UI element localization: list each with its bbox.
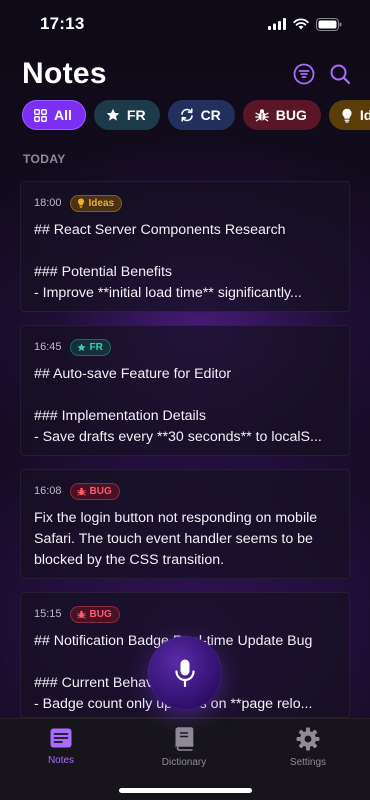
note-line: [34, 241, 337, 262]
section-header-today: TODAY: [23, 152, 66, 166]
status-time: 17:13: [40, 14, 85, 33]
gear-icon: [296, 727, 320, 751]
grid-icon: [34, 108, 47, 122]
header-actions: [292, 62, 352, 86]
star-icon: [106, 108, 120, 121]
header: Notes: [22, 54, 352, 94]
note-card[interactable]: 16:08 BUG Fix the login button not respo…: [20, 469, 350, 579]
wifi-icon: [293, 18, 309, 30]
note-time: 18:00: [34, 197, 62, 209]
note-line: ### Potential Benefits: [34, 264, 173, 280]
note-meta: 18:00 Ideas: [34, 194, 337, 212]
tab-label: Notes: [47, 755, 75, 766]
tab-label: Settings: [289, 757, 327, 768]
note-line: ## React Server Components Research: [34, 222, 286, 238]
note-time: 16:45: [34, 341, 62, 353]
filter-chip-label: Ideas: [359, 107, 370, 123]
filter-chip-bug[interactable]: BUG: [242, 100, 321, 130]
book-icon: [175, 727, 194, 751]
note-time: 15:15: [34, 608, 62, 620]
voice-record-button[interactable]: [148, 636, 222, 710]
note-tag-fr: FR: [69, 338, 111, 356]
note-meta: 16:45 FR: [34, 338, 337, 356]
lightbulb-icon: [342, 108, 352, 123]
note-line: - Improve **initial load time** signific…: [34, 285, 302, 301]
note-body: ## Auto-save Feature for Editor ### Impl…: [34, 364, 337, 448]
page-title: Notes: [22, 57, 107, 90]
status-icons: [268, 17, 342, 31]
filter-chip-label: BUG: [275, 107, 307, 123]
note-tag-bug: BUG: [69, 482, 120, 500]
lightbulb-icon: [77, 198, 84, 208]
search-button[interactable]: [328, 62, 352, 86]
note-tag-label: BUG: [89, 485, 112, 497]
filter-chip-cr[interactable]: CR: [167, 100, 235, 130]
filter-chip-label: CR: [200, 107, 221, 123]
note-tag-ideas: Ideas: [69, 194, 123, 212]
note-line: ## Auto-save Feature for Editor: [34, 366, 232, 382]
search-icon: [330, 64, 351, 85]
note-meta: 15:15 BUG: [34, 605, 337, 623]
filter-chip-ideas[interactable]: Ideas: [328, 100, 370, 130]
tab-bar: Notes Dictionary Settings: [0, 718, 370, 800]
note-line: - Save drafts every **30 seconds** to lo…: [34, 429, 322, 445]
tab-dictionary[interactable]: Dictionary: [139, 727, 229, 777]
microphone-icon: [175, 659, 195, 688]
filter-chip-label: FR: [126, 107, 146, 123]
refresh-icon: [180, 108, 193, 122]
filter-chip-all[interactable]: All: [22, 100, 86, 130]
filter-chip-fr[interactable]: FR: [93, 100, 160, 130]
note-card[interactable]: 16:45 FR ## Auto-save Feature for Editor…: [20, 325, 350, 456]
home-indicator: [119, 788, 252, 793]
note-tag-bug: BUG: [69, 605, 120, 623]
bug-icon: [76, 610, 86, 619]
filter-icon: [293, 63, 315, 85]
note-tag-label: BUG: [89, 608, 112, 620]
tab-label: Dictionary: [161, 757, 207, 768]
note-card[interactable]: 18:00 Ideas ## React Server Components R…: [20, 181, 350, 312]
tab-notes[interactable]: Notes: [16, 727, 106, 777]
note-time: 16:08: [34, 485, 62, 497]
note-body: ## React Server Components Research ### …: [34, 220, 337, 304]
notes-icon: [50, 728, 72, 748]
note-body: Fix the login button not responding on m…: [34, 510, 318, 568]
bug-icon: [76, 487, 86, 496]
tab-settings[interactable]: Settings: [263, 727, 353, 777]
filter-button[interactable]: [292, 62, 316, 86]
note-tag-label: Ideas: [88, 197, 115, 209]
star-icon: [76, 343, 86, 351]
battery-icon: [316, 17, 342, 31]
note-meta: 16:08 BUG: [34, 482, 337, 500]
note-line: [34, 385, 337, 406]
bug-icon: [254, 109, 269, 122]
note-tag-label: FR: [89, 341, 103, 353]
note-line: ### Implementation Details: [34, 408, 206, 424]
signal-icon: [268, 18, 286, 30]
status-bar: 17:13: [0, 0, 370, 48]
filter-chip-label: All: [54, 107, 72, 123]
filter-chips: All FR CR BUG Ideas: [22, 100, 370, 130]
